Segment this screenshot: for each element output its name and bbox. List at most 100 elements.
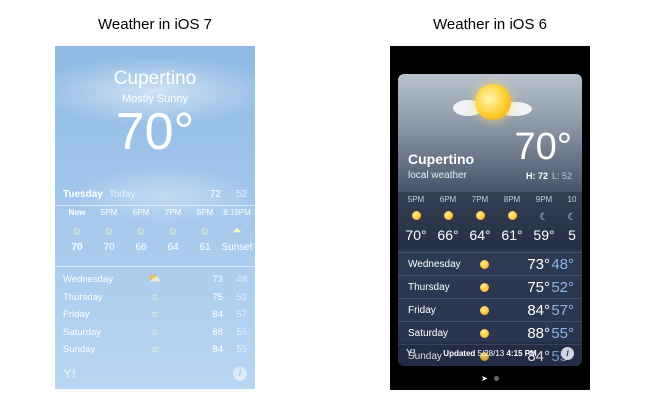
hourly-item: 6PM 66° — [432, 194, 464, 244]
hour-temp: 66° — [437, 227, 459, 243]
sun-icon: ☼ — [71, 223, 83, 237]
city-name: Cupertino — [113, 68, 197, 89]
forecast-day: Saturday — [63, 326, 102, 338]
hourly-item: 10 ☾ 5 — [556, 194, 582, 244]
forecast-row: Saturday 88° 55° — [398, 321, 582, 344]
page-indicator[interactable]: ➤ — [390, 374, 590, 383]
hour-label: 6PM — [132, 208, 150, 217]
yahoo-logo-icon[interactable]: Y! — [63, 366, 76, 381]
hour-label: 8PM — [503, 195, 521, 204]
updated-label: Updated — [443, 349, 476, 358]
today-label: Today — [108, 189, 136, 200]
hourly-item: 6PM ☼ 66 — [123, 206, 159, 255]
sun-icon — [480, 329, 489, 339]
hour-label: 5PM — [407, 195, 425, 204]
hourly-forecast[interactable]: Now ☼ 70 5PM ☼ 70 6PM ☼ 66 7PM ☼ 64 8PM … — [55, 206, 255, 266]
sun-icon: ☼ — [199, 223, 211, 237]
hour-temp: 61 — [199, 242, 211, 253]
hour-label: 10 — [567, 195, 577, 204]
location-arrow-icon: ➤ — [481, 374, 488, 383]
hour-label: Now — [68, 208, 86, 217]
hour-label: 7PM — [164, 208, 182, 217]
forecast-row: Wednesday ⛅ 73 48 — [55, 271, 255, 289]
forecast-high: 75 — [212, 291, 223, 303]
sun-icon: ☼ — [149, 343, 161, 355]
forecast-high: 73 — [212, 274, 223, 285]
ios7-weather-screen: Cupertino Mostly Sunny 70° Tuesday Today … — [55, 46, 255, 389]
forecast-high: 84 — [212, 344, 223, 355]
daily-forecast[interactable]: Wednesday ⛅ 73 48 Thursday ☼ 75 52 Frida… — [55, 271, 255, 359]
hour-label: 7PM — [471, 195, 489, 204]
forecast-high: 84° — [527, 302, 550, 319]
forecast-high: 84 — [212, 309, 223, 320]
sun-icon: ☼ — [149, 290, 161, 303]
forecast-row: Friday 84° 57° — [398, 298, 582, 321]
sunset-icon: ⏶ — [232, 223, 242, 237]
sun-icon: ☼ — [135, 223, 147, 237]
today-day: Tuesday — [63, 189, 103, 200]
caption-ios6: Weather in iOS 6 — [433, 16, 547, 33]
hour-label: 5PM — [100, 208, 118, 217]
ios6-weather-screen: Cupertino local weather 70° H: 72 L: 52 5… — [390, 46, 590, 390]
hourly-item: 5PM 70° — [400, 194, 432, 244]
hour-label: 8:19PM — [223, 208, 251, 217]
moon-icon: ☾ — [539, 212, 549, 223]
forecast-day: Wednesday — [63, 274, 113, 285]
divider — [55, 266, 255, 267]
sun-icon — [480, 283, 489, 293]
high-low: H: 72 L: 52 — [526, 171, 572, 181]
current-temperature: 70° — [514, 126, 572, 168]
forecast-low: 52 — [236, 291, 247, 303]
sun-icon — [411, 211, 421, 221]
sun-icon — [475, 84, 511, 120]
hourly-item: 7PM ☼ 64 — [155, 206, 191, 255]
high-temp: H: 72 — [525, 171, 548, 181]
forecast-low: 48 — [236, 274, 247, 285]
hourly-item: Now ☼ 70 — [59, 206, 95, 255]
forecast-row: Thursday 75° 52° — [398, 275, 582, 298]
sun-icon: ☼ — [149, 325, 161, 338]
forecast-day: Sunday — [63, 344, 96, 355]
forecast-low: 57° — [551, 302, 574, 319]
hourly-item: 7PM 64° — [464, 194, 496, 244]
forecast-low: 55 — [236, 344, 247, 355]
hour-temp: 64° — [469, 227, 491, 243]
forecast-day: Friday — [408, 305, 436, 316]
sun-icon: ☼ — [167, 223, 179, 237]
forecast-day: Wednesday — [408, 259, 461, 270]
sun-icon — [480, 306, 489, 316]
sun-icon: ☼ — [149, 308, 161, 320]
info-button[interactable]: i — [233, 367, 247, 381]
hour-temp: 70 — [103, 242, 115, 253]
updated-time: 4:15 PM — [506, 349, 537, 358]
hour-temp: 61° — [501, 227, 523, 243]
today-high: 72 — [209, 189, 221, 200]
hour-temp: 66 — [135, 242, 147, 253]
updated-status: Updated 5/28/13 4:15 PM — [443, 349, 536, 358]
today-low: 52 — [235, 189, 247, 200]
sun-icon: ☼ — [103, 223, 115, 237]
forecast-row: Saturday ☼ 88 55 — [55, 324, 255, 342]
hour-temp: 5 — [568, 227, 576, 243]
forecast-day: Friday — [63, 309, 90, 320]
hourly-forecast[interactable]: 5PM 70° 6PM 66° 7PM 64° 8PM 61° 9PM ☾ 59… — [398, 192, 582, 250]
location-subtitle: local weather — [408, 170, 467, 181]
forecast-day: Thursday — [63, 291, 103, 303]
forecast-row: Thursday ☼ 75 52 — [55, 289, 255, 307]
city-name: Cupertino — [408, 151, 475, 167]
hour-temp: 70° — [405, 227, 427, 243]
forecast-row: Wednesday 73° 48° — [398, 252, 582, 275]
info-button[interactable]: i — [561, 347, 574, 360]
hourly-item: 8:19PM ⏶ Sunset — [219, 206, 255, 255]
forecast-high: 88 — [212, 326, 223, 338]
hour-label: 6PM — [439, 195, 457, 204]
hour-label: 8PM — [196, 208, 214, 217]
forecast-row: Friday ☼ 84 57 — [55, 306, 255, 324]
forecast-high: 73° — [527, 256, 550, 273]
forecast-row: Sunday ☼ 84 55 — [55, 341, 255, 359]
hourly-item: 5PM ☼ 70 — [91, 206, 127, 255]
yahoo-logo-icon[interactable]: Y! — [406, 342, 416, 366]
forecast-low: 48° — [551, 256, 574, 273]
hour-temp: Sunset — [221, 242, 253, 253]
hourly-item: 8PM 61° — [496, 194, 528, 244]
